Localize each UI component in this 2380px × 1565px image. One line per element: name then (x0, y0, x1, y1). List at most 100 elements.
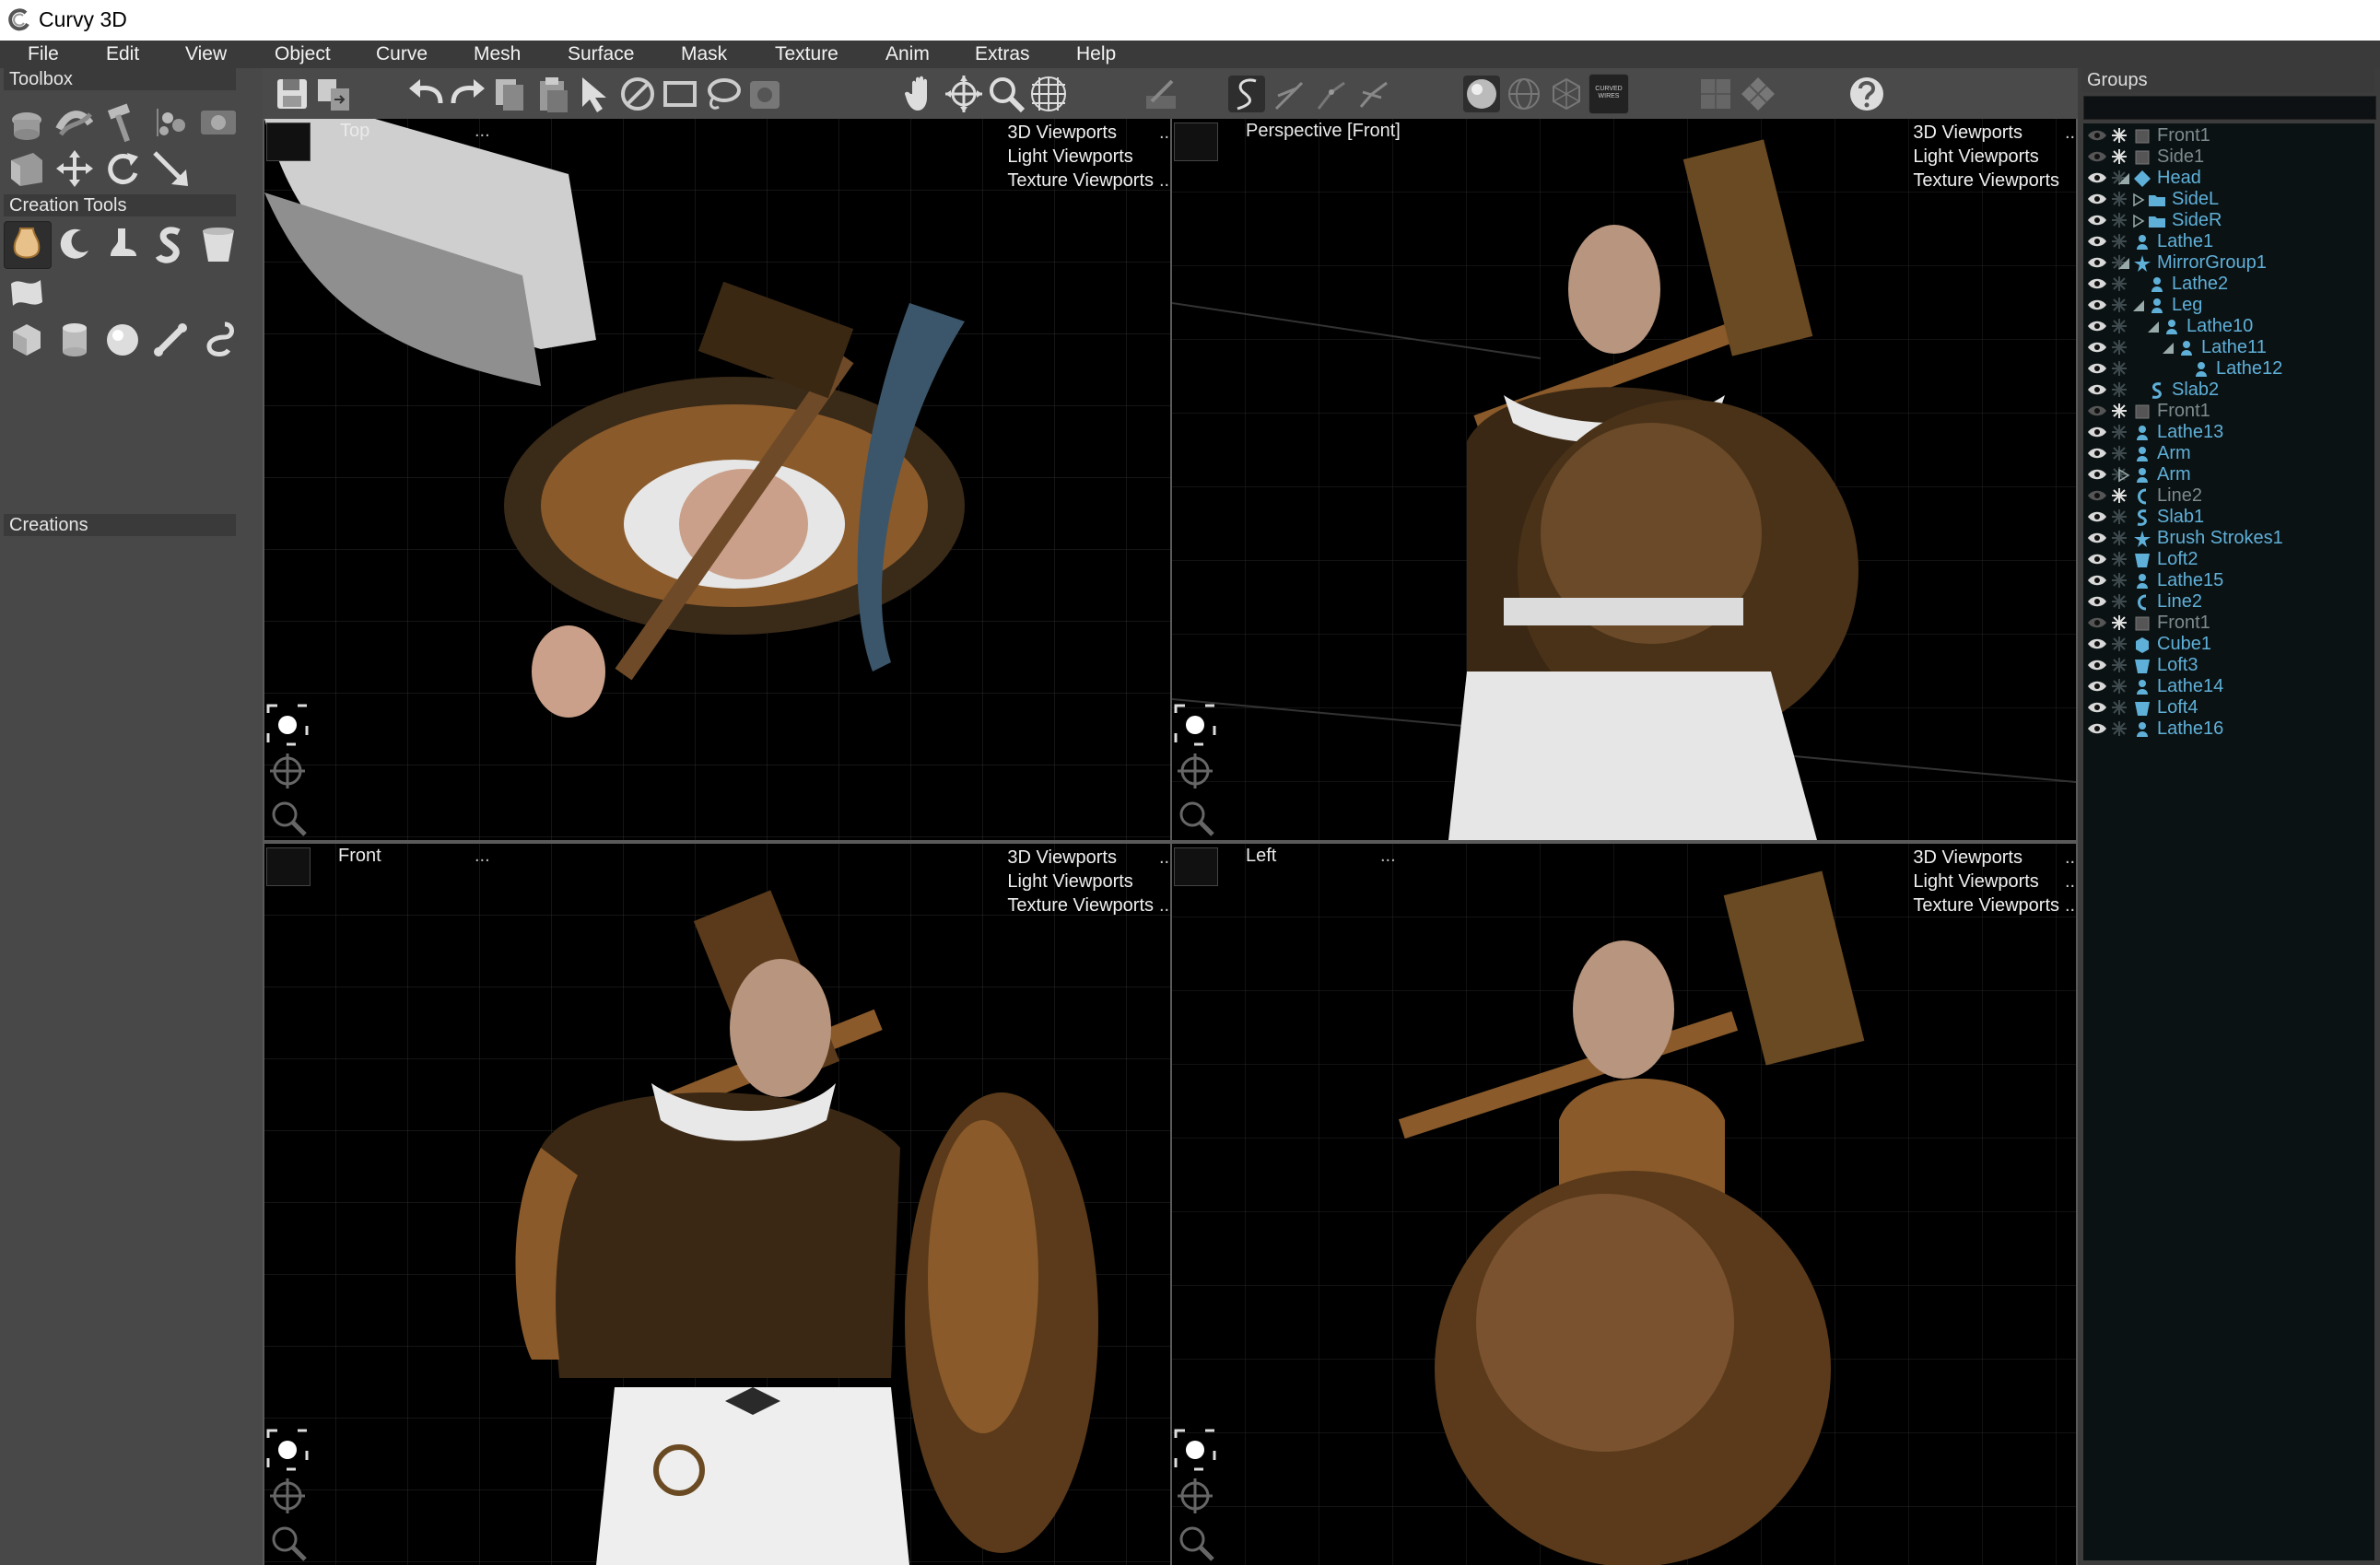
zoom-control-icon[interactable] (1172, 794, 1218, 840)
cloth-tool-icon[interactable] (6, 271, 48, 313)
lock-star-icon[interactable] (2111, 614, 2128, 631)
viewport-options-dots[interactable]: ... (475, 846, 490, 867)
menu-edit[interactable]: Edit (106, 43, 139, 65)
groups-tree-item[interactable]: Side1 (2083, 146, 2374, 168)
lock-star-icon[interactable] (2111, 275, 2128, 292)
rect-select-icon[interactable] (660, 74, 700, 114)
link-texture-viewports[interactable]: Texture Viewports.. (1007, 893, 1169, 917)
viewport-front[interactable]: Front ... 3D Viewports.. Light Viewports… (264, 844, 1170, 1565)
groups-tree-item[interactable]: Slab2 (2083, 380, 2374, 401)
groups-filter-field[interactable] (2083, 96, 2376, 120)
zoom-control-icon[interactable] (1172, 1519, 1218, 1565)
groups-tree-item[interactable]: SideR (2083, 210, 2374, 231)
groups-tree-item[interactable]: Lathe13 (2083, 422, 2374, 443)
scale-tool-icon[interactable] (149, 147, 192, 190)
redo-icon[interactable] (448, 74, 488, 114)
groups-tree-item[interactable]: Lathe2 (2083, 274, 2374, 295)
save-icon[interactable] (272, 74, 312, 114)
lock-star-icon[interactable] (2111, 297, 2128, 313)
groups-tree-item[interactable]: MirrorGroup1 (2083, 252, 2374, 274)
cup-tool-icon[interactable] (197, 223, 240, 265)
curve-line-icon[interactable] (1269, 74, 1309, 114)
lock-star-icon[interactable] (2111, 424, 2128, 440)
lock-star-icon[interactable] (2111, 593, 2128, 610)
viewport-name[interactable]: Top (340, 121, 369, 142)
zoom-control-icon[interactable] (264, 794, 311, 840)
curve-point-icon[interactable] (1311, 74, 1352, 114)
paint-select-icon[interactable] (744, 74, 785, 114)
expand-arrow-icon[interactable] (2131, 298, 2146, 313)
no-select-icon[interactable] (617, 74, 658, 114)
lock-star-icon[interactable] (2111, 360, 2128, 377)
lock-star-icon[interactable] (2111, 318, 2128, 334)
pan-control-icon[interactable] (264, 748, 311, 794)
viewport-name[interactable]: Left (1246, 846, 1276, 867)
viewport-top[interactable]: Top ... 3D Viewports.. Light Viewports T… (264, 119, 1170, 840)
collapse-arrow-icon[interactable] (2131, 193, 2146, 207)
copy-icon[interactable] (490, 74, 531, 114)
collapse-arrow-icon[interactable] (2116, 468, 2131, 483)
groups-tree-item[interactable]: Lathe12 (2083, 358, 2374, 380)
visibility-eye-icon[interactable] (2087, 129, 2107, 142)
lock-star-icon[interactable] (2111, 381, 2128, 398)
groups-tree-item[interactable]: Front1 (2083, 613, 2374, 634)
menu-curve[interactable]: Curve (376, 43, 428, 65)
groups-tree-item[interactable]: Loft3 (2083, 655, 2374, 676)
viewport-options-dots[interactable]: ... (475, 121, 490, 142)
link-more[interactable]: .. (2065, 121, 2075, 145)
lock-star-icon[interactable] (2111, 530, 2128, 546)
groups-tree-item[interactable]: Line2 (2083, 485, 2374, 507)
cube-primitive-icon[interactable] (6, 319, 48, 361)
visibility-eye-icon[interactable] (2087, 256, 2107, 269)
menu-mesh[interactable]: Mesh (474, 43, 521, 65)
groups-tree-item[interactable]: Arm (2083, 464, 2374, 485)
box-select-tool-icon[interactable] (6, 147, 48, 190)
sphere-primitive-icon[interactable] (101, 319, 144, 361)
groups-tree-item[interactable]: Lathe16 (2083, 718, 2374, 740)
link-texture-viewports[interactable]: Texture Viewports.. (1913, 893, 2075, 917)
visibility-eye-icon[interactable] (2087, 171, 2107, 184)
groups-tree-item[interactable]: Line2 (2083, 591, 2374, 613)
zoom-icon[interactable] (986, 74, 1026, 114)
visibility-eye-icon[interactable] (2087, 510, 2107, 523)
boot-tool-icon[interactable] (101, 223, 144, 265)
lock-star-icon[interactable] (2111, 678, 2128, 695)
groups-tree[interactable]: Front1 Side1 Head SideL SideR Lathe1 MirrorGro… (2083, 123, 2374, 1560)
link-more[interactable]: .. (1159, 121, 1169, 145)
visibility-eye-icon[interactable] (2087, 553, 2107, 566)
visibility-eye-icon[interactable] (2087, 637, 2107, 650)
viewport-name[interactable]: Perspective [Front] (1246, 121, 1401, 142)
lock-star-icon[interactable] (2111, 233, 2128, 250)
grid-toggle-icon[interactable] (1028, 74, 1069, 114)
crescent-tool-icon[interactable] (53, 223, 96, 265)
cylinder-primitive-icon[interactable] (53, 319, 96, 361)
orbit-control-icon[interactable] (264, 702, 311, 748)
visibility-eye-icon[interactable] (2087, 362, 2107, 375)
visibility-eye-icon[interactable] (2087, 680, 2107, 693)
move-view-icon[interactable] (944, 74, 984, 114)
curve-edit-icon[interactable] (1354, 74, 1394, 114)
shaded-sphere-icon[interactable] (1461, 74, 1502, 114)
visibility-eye-icon[interactable] (2087, 531, 2107, 544)
lock-star-icon[interactable] (2111, 445, 2128, 461)
visibility-eye-icon[interactable] (2087, 383, 2107, 396)
groups-tree-item[interactable]: Brush Strokes1 (2083, 528, 2374, 549)
groups-tree-item[interactable]: Lathe15 (2083, 570, 2374, 591)
pan-control-icon[interactable] (264, 1473, 311, 1519)
menu-object[interactable]: Object (275, 43, 331, 65)
pan-hand-icon[interactable] (901, 74, 942, 114)
visibility-eye-icon[interactable] (2087, 235, 2107, 248)
link-light-viewports[interactable]: Light Viewports (1913, 145, 2059, 169)
groups-tree-item[interactable]: Loft4 (2083, 697, 2374, 718)
lathe-tool-icon[interactable] (6, 101, 48, 144)
groups-tree-item[interactable]: Lathe10 (2083, 316, 2374, 337)
visibility-eye-icon[interactable] (2087, 701, 2107, 714)
bone-primitive-icon[interactable] (149, 319, 192, 361)
lock-star-icon[interactable] (2111, 403, 2128, 419)
groups-tree-item[interactable]: Lathe11 (2083, 337, 2374, 358)
visibility-eye-icon[interactable] (2087, 193, 2107, 205)
menu-mask[interactable]: Mask (681, 43, 727, 65)
groups-tree-item[interactable]: Head (2083, 168, 2374, 189)
wire-sphere-icon[interactable] (1504, 74, 1544, 114)
hook-primitive-icon[interactable] (197, 319, 240, 361)
